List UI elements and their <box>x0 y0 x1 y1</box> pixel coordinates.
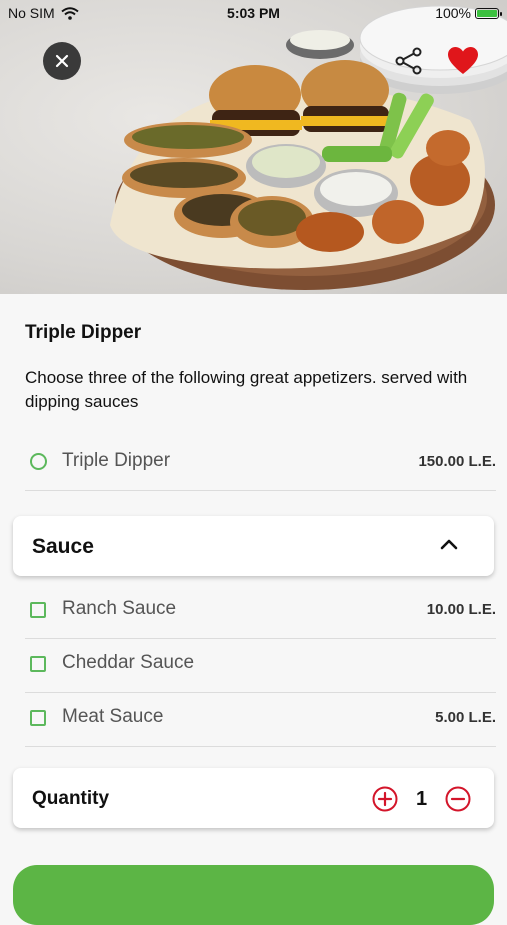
item-title: Triple Dipper <box>25 322 142 343</box>
close-button[interactable] <box>43 42 81 80</box>
favorite-button[interactable] <box>447 46 479 76</box>
option-label: Meat Sauce <box>62 706 164 727</box>
minus-circle-icon[interactable] <box>445 786 471 812</box>
battery-percentage: 100% <box>435 5 471 21</box>
share-icon <box>395 47 422 75</box>
close-icon <box>55 54 69 68</box>
food-photo-illustration <box>110 5 507 290</box>
radio-button[interactable] <box>30 453 47 470</box>
plus-circle-icon[interactable] <box>372 786 398 812</box>
item-details: Triple Dipper Choose three of the follow… <box>0 294 507 925</box>
clock: 5:03 PM <box>227 5 280 21</box>
quantity-value: 1 <box>416 788 428 810</box>
option-label: Triple Dipper <box>62 450 171 471</box>
checkbox[interactable] <box>30 656 46 672</box>
add-to-cart-button[interactable] <box>13 865 494 925</box>
share-button[interactable] <box>394 46 424 76</box>
sauce-option-row[interactable]: Cheddar Sauce <box>25 638 496 693</box>
section-title: Sauce <box>32 535 94 558</box>
option-price: 5.00 L.E. <box>435 709 496 726</box>
sauce-section-header[interactable]: Sauce <box>13 516 494 576</box>
chevron-up-icon[interactable] <box>440 538 458 550</box>
battery-level <box>477 9 497 17</box>
checkbox[interactable] <box>30 710 46 726</box>
checkbox[interactable] <box>30 602 46 618</box>
option-price: 150.00 L.E. <box>418 453 496 470</box>
item-description: Choose three of the following great appe… <box>25 368 468 411</box>
item-photo <box>0 0 507 294</box>
quantity-stepper: Quantity 1 <box>13 768 494 828</box>
status-bar: No SIM 5:03 PM 100% <box>0 0 507 28</box>
option-label: Cheddar Sauce <box>62 652 195 673</box>
option-label: Ranch Sauce <box>62 598 177 619</box>
sauce-option-row[interactable]: Ranch Sauce 10.00 L.E. <box>25 584 496 639</box>
size-option-row[interactable]: Triple Dipper 150.00 L.E. <box>25 436 496 491</box>
battery-icon <box>475 7 502 19</box>
sauce-option-row[interactable]: Meat Sauce 5.00 L.E. <box>25 692 496 747</box>
quantity-label: Quantity <box>32 788 110 809</box>
option-price: 10.00 L.E. <box>426 601 496 618</box>
status-right: 100% <box>435 5 502 21</box>
heart-icon <box>448 47 478 74</box>
